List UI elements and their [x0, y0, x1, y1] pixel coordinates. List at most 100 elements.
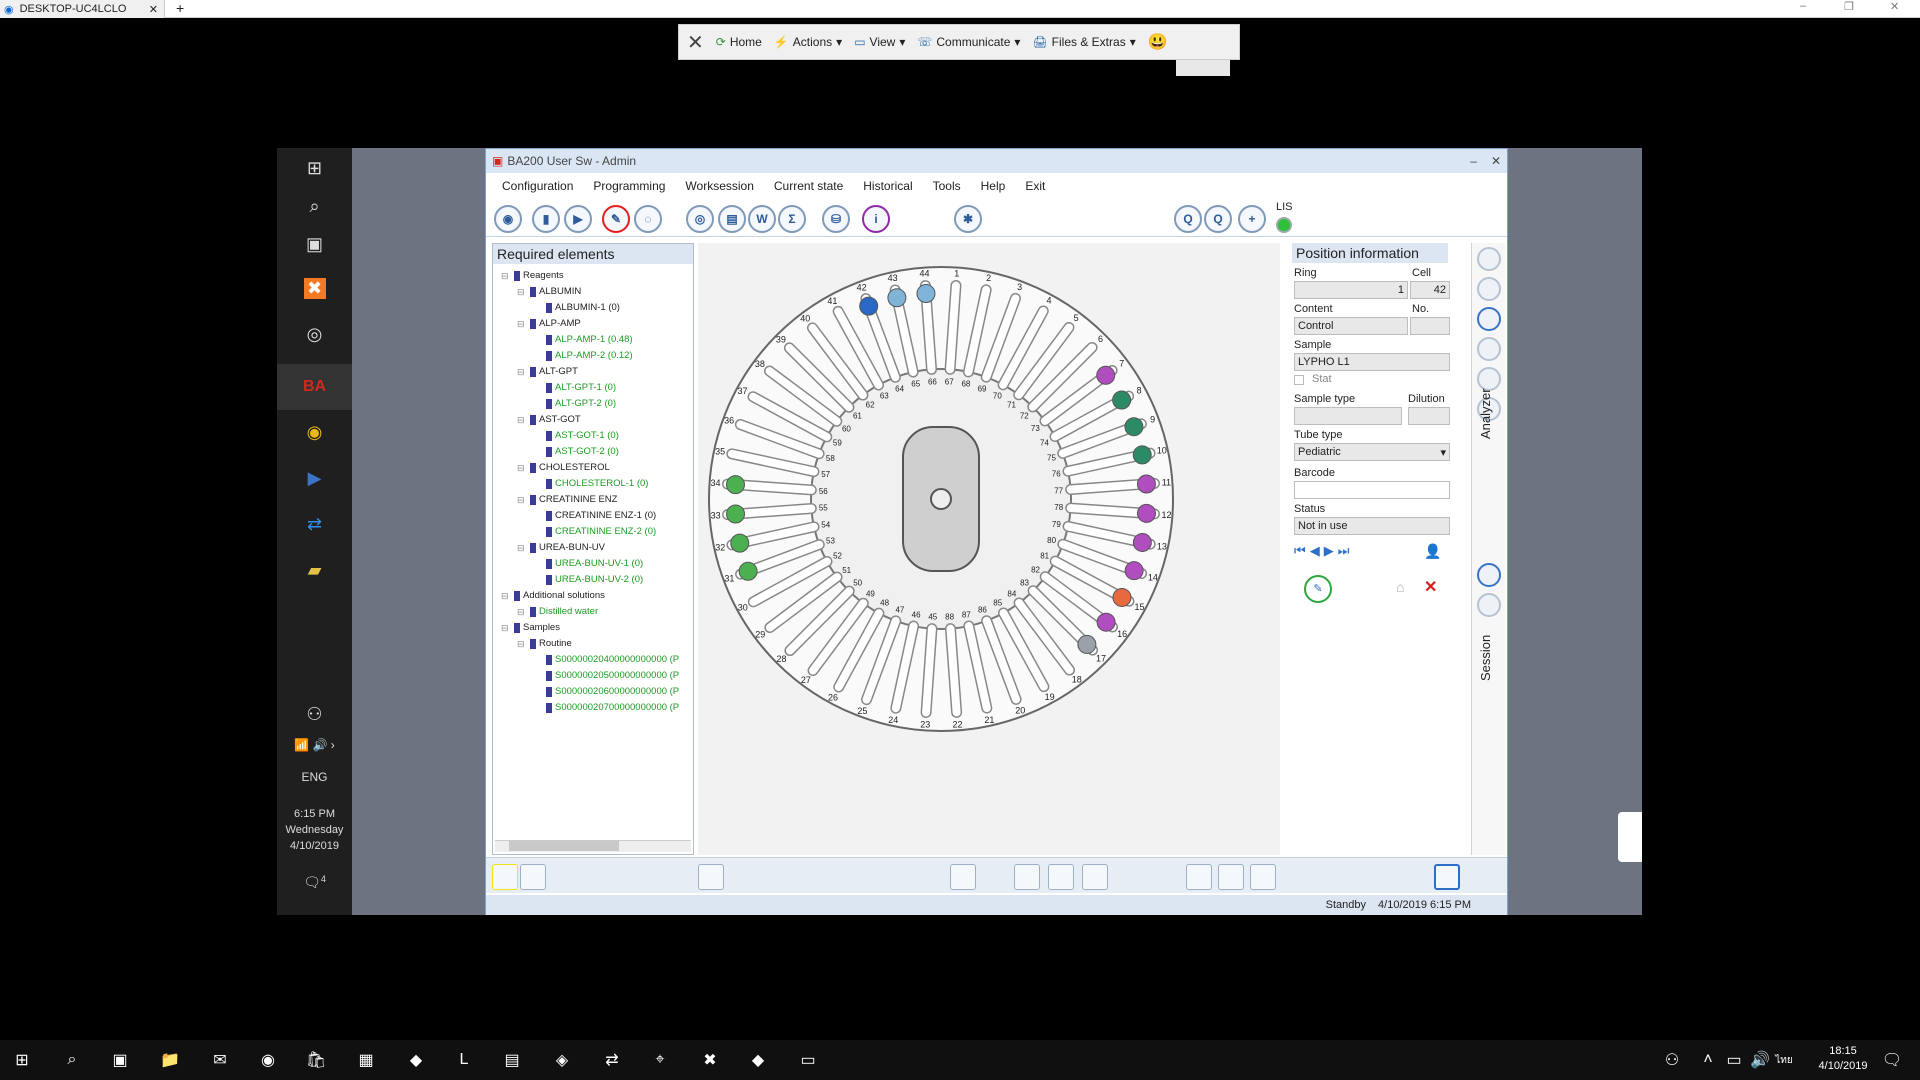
visual-studio-icon[interactable]: ◈	[550, 1049, 574, 1071]
tree-item[interactable]: ALP-AMP-1 (0.48)	[501, 332, 691, 348]
search-icon[interactable]: ⌕	[60, 1049, 84, 1071]
tree-item[interactable]: ⊟ AST-GOT	[501, 412, 691, 428]
teamviewer-side-tab[interactable]	[1618, 812, 1642, 862]
tree-item[interactable]: UREA-BUN-UV-1 (0)	[501, 556, 691, 572]
tree-item[interactable]: ⊟ UREA-BUN-UV	[501, 540, 691, 556]
next-icon[interactable]: ▶	[1324, 543, 1334, 559]
rotor-diagram[interactable]: 1672683694705716727738749751076117712781…	[698, 243, 1280, 855]
tree-item[interactable]: S00000020500000000000 (P	[501, 668, 691, 684]
maps-icon[interactable]: ⌖	[648, 1049, 672, 1071]
position-marker[interactable]	[1136, 503, 1156, 523]
ring-field[interactable]: 1	[1294, 281, 1408, 299]
tree-item[interactable]: AST-GOT-1 (0)	[501, 428, 691, 444]
position-marker[interactable]	[859, 296, 879, 316]
tree-item[interactable]: ⊟ ALT-GPT	[501, 364, 691, 380]
tree-item[interactable]: ⊟ ALBUMIN	[501, 284, 691, 300]
menu-help[interactable]: Help	[981, 179, 1006, 197]
xampp-icon[interactable]: ✖	[277, 278, 352, 299]
people-icon[interactable]: ⚇	[1660, 1049, 1684, 1071]
settings-star-icon[interactable]: ✱	[954, 205, 982, 233]
tree-item[interactable]: ⊟ CREATININE ENZ	[501, 492, 691, 508]
app-window-icon[interactable]: ▭	[796, 1049, 820, 1071]
cell-field[interactable]: 42	[1410, 281, 1450, 299]
analyzer-tab[interactable]: Analyzer	[1478, 388, 1493, 439]
database-icon[interactable]: ⛁	[822, 205, 850, 233]
volume-icon[interactable]: 🔊	[1748, 1049, 1772, 1071]
sample-field[interactable]: LYPHO L1	[1294, 353, 1450, 371]
tree-item[interactable]: S00000020400000000000 (P	[501, 652, 691, 668]
edit-elements-button[interactable]	[520, 864, 546, 890]
position-marker[interactable]	[726, 504, 746, 524]
dilution-field[interactable]	[1408, 407, 1450, 425]
user-icon[interactable]: 👤	[1424, 543, 1441, 560]
position-marker[interactable]	[916, 284, 936, 304]
menu-programming[interactable]: Programming	[593, 179, 665, 197]
status-field[interactable]: Not in use	[1294, 517, 1450, 535]
xampp-icon[interactable]: ✖	[698, 1049, 722, 1071]
tree-item[interactable]: ALT-GPT-1 (0)	[501, 380, 691, 396]
chrome-icon[interactable]: ◉	[256, 1049, 280, 1071]
tree-item[interactable]: S00000020600000000000 (P	[501, 684, 691, 700]
network-icon[interactable]: ▭	[1722, 1049, 1746, 1071]
session-stop-icon[interactable]	[1477, 593, 1501, 617]
tree-item[interactable]: CREATININE ENZ-2 (0)	[501, 524, 691, 540]
new-tab-button[interactable]: +	[176, 0, 184, 16]
menu-current-state[interactable]: Current state	[774, 179, 843, 197]
position-marker[interactable]	[887, 288, 907, 308]
lock-icon[interactable]: ⌂	[1396, 579, 1404, 595]
tree-item[interactable]: CREATININE ENZ-1 (0)	[501, 508, 691, 524]
barcode-button[interactable]	[950, 864, 976, 890]
position-marker[interactable]	[1132, 445, 1152, 465]
position-marker[interactable]	[1124, 561, 1144, 581]
close-window-icon[interactable]: ✕	[1890, 0, 1899, 13]
line-icon[interactable]: L	[452, 1049, 476, 1071]
feedback-smiley-icon[interactable]: 😃	[1148, 32, 1168, 52]
toolbar-communicate[interactable]: ☏ Communicate ▾	[917, 35, 1020, 49]
minimize-button[interactable]: –	[1470, 154, 1477, 168]
tree-item[interactable]: ⊟ ALP-AMP	[501, 316, 691, 332]
toolbar-view[interactable]: ▭ View ▾	[854, 35, 905, 49]
tree-item[interactable]: ⊟ Reagents	[501, 268, 691, 284]
content-field[interactable]: Control	[1294, 317, 1408, 335]
browser-tab[interactable]: ◉ DESKTOP-UC4LCLO ✕	[0, 0, 165, 18]
language-indicator[interactable]: ENG	[277, 770, 352, 784]
file-explorer-icon[interactable]: 📁	[158, 1049, 182, 1071]
taskbar-clock[interactable]: 18:15 4/10/2019	[1808, 1044, 1878, 1074]
play-icon[interactable]	[1477, 563, 1501, 587]
position-marker[interactable]	[1132, 532, 1152, 552]
position-marker[interactable]	[1112, 390, 1132, 410]
tree-item[interactable]: CHOLESTEROL-1 (0)	[501, 476, 691, 492]
open-button[interactable]	[1218, 864, 1244, 890]
search-icon[interactable]: ⌕	[277, 196, 352, 217]
menu-configuration[interactable]: Configuration	[502, 179, 573, 197]
windows-start-icon[interactable]: ⊞	[10, 1049, 34, 1071]
toolbar-actions[interactable]: ⚡ Actions ▾	[774, 35, 842, 49]
reset-rotor-button[interactable]	[1250, 864, 1276, 890]
last-icon[interactable]: ⏭	[1338, 543, 1350, 559]
tree-item[interactable]: ALP-AMP-2 (0.12)	[501, 348, 691, 364]
horizontal-scrollbar[interactable]	[495, 840, 691, 852]
no-field[interactable]	[1410, 317, 1450, 335]
tree-item[interactable]: AST-GOT-2 (0)	[501, 444, 691, 460]
query-all-icon[interactable]: Q	[1174, 205, 1202, 233]
tree-item[interactable]: ⊟ Samples	[501, 620, 691, 636]
previous-icon[interactable]: ◀	[1310, 543, 1320, 559]
query-button[interactable]	[1014, 864, 1040, 890]
profiles-icon[interactable]: ▶	[564, 205, 592, 233]
chrome-icon[interactable]: ◉	[277, 422, 352, 443]
warning-button[interactable]	[1048, 864, 1074, 890]
position-marker[interactable]	[1112, 587, 1132, 607]
powershell-icon[interactable]: ▶	[277, 468, 352, 489]
position-marker[interactable]	[1136, 474, 1156, 494]
ba200-app-icon[interactable]: BA	[277, 364, 352, 410]
accept-button[interactable]	[1434, 864, 1460, 890]
teamviewer-icon[interactable]: ⇄	[277, 514, 352, 535]
menu-exit[interactable]: Exit	[1025, 179, 1045, 197]
tree-item[interactable]: ⊟ Routine	[501, 636, 691, 652]
worksession-w-icon[interactable]: W	[748, 205, 776, 233]
menu-worksession[interactable]: Worksession	[685, 179, 753, 197]
add-icon[interactable]: +	[1238, 205, 1266, 233]
calibrator-tube-icon[interactable]: ✎	[602, 205, 630, 233]
tray-icons[interactable]: 📶 🔊 ›	[277, 738, 352, 752]
action-center-icon[interactable]: 🗨	[1880, 1049, 1904, 1071]
